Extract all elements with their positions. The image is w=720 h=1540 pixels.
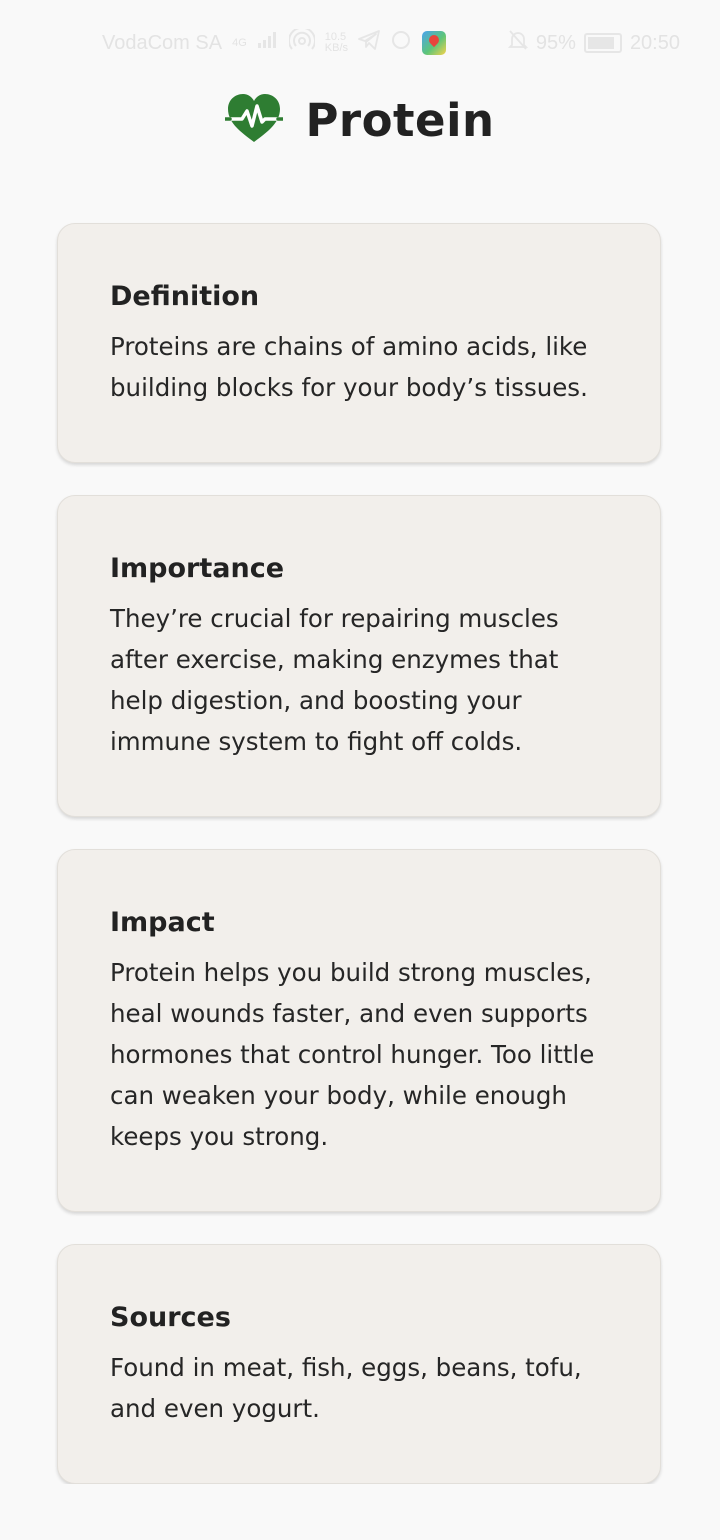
- network-type-text: 4G: [232, 36, 247, 49]
- card-title: Definition: [110, 281, 260, 312]
- data-speed-label: 10.5 KB/s: [325, 32, 348, 54]
- page-title: Protein: [305, 93, 495, 147]
- card-title: Impact: [110, 907, 215, 938]
- page-header: Protein: [0, 88, 720, 152]
- sync-icon: [390, 29, 412, 57]
- definition-card: Definition Proteins are chains of amino …: [57, 223, 661, 463]
- telegram-icon: [358, 30, 380, 56]
- impact-card: Impact Protein helps you build strong mu…: [57, 849, 661, 1212]
- data-speed-unit: KB/s: [324, 42, 348, 54]
- hotspot-icon: [287, 26, 316, 57]
- status-bar-left: VodaCom SA 4G 10.5 KB/s: [102, 26, 446, 57]
- sources-card: Sources Found in meat, fish, eggs, beans…: [57, 1244, 661, 1484]
- importance-card: Importance They’re crucial for repairing…: [57, 495, 661, 817]
- card-title: Sources: [110, 1302, 231, 1333]
- network-type-label: 4G: [232, 36, 247, 49]
- battery-percent: 95%: [535, 31, 576, 54]
- notifications-off-icon: [507, 29, 529, 57]
- carrier-label: VodaCom SA: [102, 31, 223, 54]
- signal-icon: [257, 31, 279, 55]
- card-body: Found in meat, fish, eggs, beans, tofu, …: [110, 1353, 582, 1423]
- status-bar: VodaCom SA 4G 10.5 KB/s 95% 20:50: [0, 0, 720, 84]
- clock: 20:50: [629, 31, 680, 54]
- bottom-area: [0, 1484, 720, 1540]
- card-body: They’re crucial for repairing muscles af…: [110, 604, 559, 756]
- maps-app-icon: [422, 31, 446, 55]
- card-body: Protein helps you build strong muscles, …: [110, 958, 595, 1151]
- heart-pulse-icon: [223, 92, 286, 148]
- card-body: Proteins are chains of amino acids, like…: [110, 332, 588, 402]
- status-bar-right: 95% 20:50: [507, 29, 680, 57]
- card-title: Importance: [110, 553, 285, 584]
- battery-icon: [583, 33, 622, 53]
